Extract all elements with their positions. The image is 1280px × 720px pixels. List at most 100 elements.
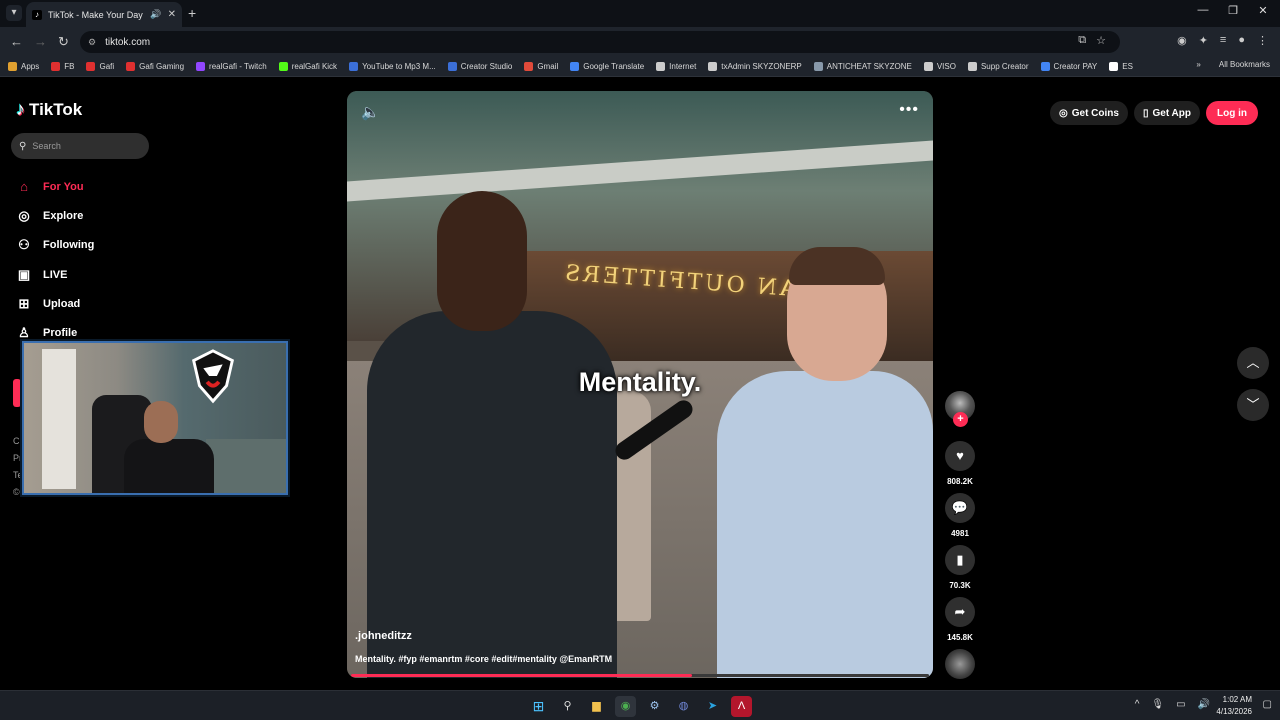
right-person-hair xyxy=(789,247,885,285)
video-author[interactable]: .johneditzz xyxy=(355,630,412,642)
notification-icon[interactable]: ▢ xyxy=(1263,699,1272,710)
bookmark-item[interactable]: ES xyxy=(1109,62,1133,71)
bookmark-item[interactable]: Creator PAY xyxy=(1040,62,1098,71)
close-window-icon[interactable]: ✕ xyxy=(1248,4,1278,17)
comment-icon[interactable]: 💬 xyxy=(945,493,975,523)
sidebar-item-label: Profile xyxy=(43,327,78,340)
sidebar-item-live[interactable]: ▣ LIVE xyxy=(14,260,94,289)
bookmark-favicon-icon xyxy=(51,62,61,71)
speaker-icon[interactable]: 🔊 xyxy=(150,9,161,20)
bookmark-icon[interactable]: ▮ xyxy=(945,545,975,575)
save-action[interactable]: ▮ 70.3K xyxy=(943,545,977,593)
left-person-head xyxy=(437,191,527,331)
network-icon[interactable]: ▭ xyxy=(1176,699,1185,710)
like-action[interactable]: ♥ 808.2K xyxy=(943,441,977,489)
profile-avatar-icon[interactable]: ● xyxy=(1238,34,1245,47)
tray-chevron-icon[interactable]: ^ xyxy=(1135,699,1140,710)
bookmark-item[interactable]: ANTICHEAT SKYZONE xyxy=(813,62,912,71)
bookmark-item[interactable]: txAdmin SKYZONERP xyxy=(708,62,802,71)
video-player[interactable]: URBAN OUTFITTERS Mentality. 🔈 ••• .johne… xyxy=(347,91,933,678)
address-bar[interactable]: ⚙ tiktok.com ⧉ ☆ xyxy=(80,31,1120,53)
sidebar-item-following[interactable]: ⚇ Following xyxy=(14,231,94,260)
clock-date: 4/13/2026 xyxy=(1216,707,1252,716)
music-disc-icon[interactable] xyxy=(945,649,975,679)
discord-icon[interactable]: ◍ xyxy=(673,696,694,717)
sidebar-item-for-you[interactable]: ⌂ For You xyxy=(14,172,94,201)
bookmark-item[interactable]: Creator Studio xyxy=(447,62,512,71)
bookmark-item[interactable]: Supp Creator xyxy=(967,62,1029,71)
webcam-couch xyxy=(206,439,286,493)
bookmarks-overflow-icon[interactable]: » xyxy=(1196,60,1200,69)
bookmark-label: Creator PAY xyxy=(1053,62,1098,71)
sidebar-item-explore[interactable]: ◎ Explore xyxy=(14,201,94,230)
sidebar-item-label: Explore xyxy=(43,209,84,222)
bookmark-item[interactable]: Gafi Gaming xyxy=(126,62,184,71)
upload-plus-icon: ⊞ xyxy=(18,295,30,311)
sidebar-nav: ⌂ For You ◎ Explore ⚇ Following ▣ LIVE ⊞ Upload ♙ P… xyxy=(14,172,94,348)
bookmark-item[interactable]: Gafi xyxy=(86,62,114,71)
windows-taskbar: ⊞ ⚲ ▆ ◉ ⚙ ◍ ➤ Λ ^ 🎙 ▭ 🔊 1:02 AM 4/13/202… xyxy=(0,690,1280,720)
media-control-icon[interactable]: ≡ xyxy=(1220,34,1226,47)
share-icon[interactable]: ➦ xyxy=(945,597,975,627)
telegram-icon[interactable]: ➤ xyxy=(702,696,723,717)
tab-search-button[interactable]: ▾ xyxy=(6,5,22,21)
bookmark-favicon-icon xyxy=(447,62,457,71)
back-icon[interactable]: ← xyxy=(10,34,23,49)
bookmark-item[interactable]: realGafi Kick xyxy=(278,62,337,71)
bookmark-item[interactable]: VISO xyxy=(923,62,956,71)
install-app-icon[interactable]: ⧉ xyxy=(1078,34,1086,47)
comment-action[interactable]: 💬 4981 xyxy=(943,493,977,541)
forward-icon[interactable]: → xyxy=(34,34,47,49)
search-input[interactable]: ⚲ Search xyxy=(11,133,149,159)
browser-tab[interactable]: ♪ TikTok - Make Your Day 🔊 ✕ xyxy=(26,2,182,27)
get-coins-button[interactable]: ◎ Get Coins xyxy=(1050,101,1128,125)
login-button[interactable]: Log in xyxy=(1206,101,1258,125)
bookmark-item[interactable]: Internet xyxy=(656,62,696,71)
bookmark-label: Internet xyxy=(669,62,697,71)
sidebar-item-upload[interactable]: ⊞ Upload xyxy=(14,289,94,318)
bookmark-item[interactable]: YouTube to Mp3 M... xyxy=(349,62,436,71)
bookmark-label: Gafi xyxy=(99,62,115,71)
login-button-edge[interactable] xyxy=(13,379,21,407)
video-progress-bar[interactable] xyxy=(351,674,929,677)
bookmark-item[interactable]: Google Translate xyxy=(570,62,644,71)
video-person-left xyxy=(367,191,647,678)
taskbar-clock[interactable]: 1:02 AM 4/13/2026 xyxy=(1216,694,1252,718)
windows-start-icon[interactable]: ⊞ xyxy=(528,696,549,717)
volume-tray-icon[interactable]: 🔊 xyxy=(1198,699,1210,710)
chrome-icon[interactable]: ◉ xyxy=(615,696,636,717)
bookmark-item[interactable]: realGafi - Twitch xyxy=(196,62,267,71)
file-explorer-icon[interactable]: ▆ xyxy=(586,696,607,717)
bookmark-favicon-icon xyxy=(967,62,977,71)
extension-icon[interactable]: ◉ xyxy=(1177,34,1187,47)
bookmark-item[interactable]: Apps xyxy=(8,62,39,71)
bookmark-item[interactable]: FB xyxy=(51,62,74,71)
author-avatar[interactable]: + xyxy=(945,391,975,427)
more-options-icon[interactable]: ••• xyxy=(899,101,919,119)
bookmark-item[interactable]: Gmail xyxy=(524,62,558,71)
previous-video-button[interactable]: ︿ xyxy=(1237,347,1269,379)
reload-icon[interactable]: ↻ xyxy=(58,34,69,50)
menu-dots-icon[interactable]: ⋮ xyxy=(1257,34,1268,47)
get-app-button[interactable]: ▯ Get App xyxy=(1133,101,1200,125)
right-person-body xyxy=(717,371,933,678)
heart-icon[interactable]: ♥ xyxy=(945,441,975,471)
share-action[interactable]: ➦ 145.8K xyxy=(943,597,977,645)
next-video-button[interactable]: ﹀ xyxy=(1237,389,1269,421)
bookmark-star-icon[interactable]: ☆ xyxy=(1096,34,1106,47)
tiktok-logo[interactable]: ♪ TikTok xyxy=(16,99,82,120)
restore-icon[interactable]: ❐ xyxy=(1218,4,1248,17)
steam-icon[interactable]: ⚙ xyxy=(644,696,665,717)
close-tab-icon[interactable]: ✕ xyxy=(168,9,176,20)
follow-plus-icon[interactable]: + xyxy=(953,412,968,427)
puzzle-icon[interactable]: ✦ xyxy=(1199,34,1208,47)
site-info-icon[interactable]: ⚙ xyxy=(88,37,96,48)
video-description[interactable]: Mentality. #fyp #emanrtm #core #edit#men… xyxy=(355,654,612,664)
taskbar-search-icon[interactable]: ⚲ xyxy=(557,696,578,717)
all-bookmarks[interactable]: All Bookmarks xyxy=(1219,60,1270,69)
volume-icon[interactable]: 🔈 xyxy=(361,103,380,121)
minimize-icon[interactable]: — xyxy=(1188,4,1218,16)
microphone-icon[interactable]: 🎙 xyxy=(1151,699,1164,710)
app-a-icon[interactable]: Λ xyxy=(731,696,752,717)
new-tab-button[interactable]: + xyxy=(188,5,196,21)
